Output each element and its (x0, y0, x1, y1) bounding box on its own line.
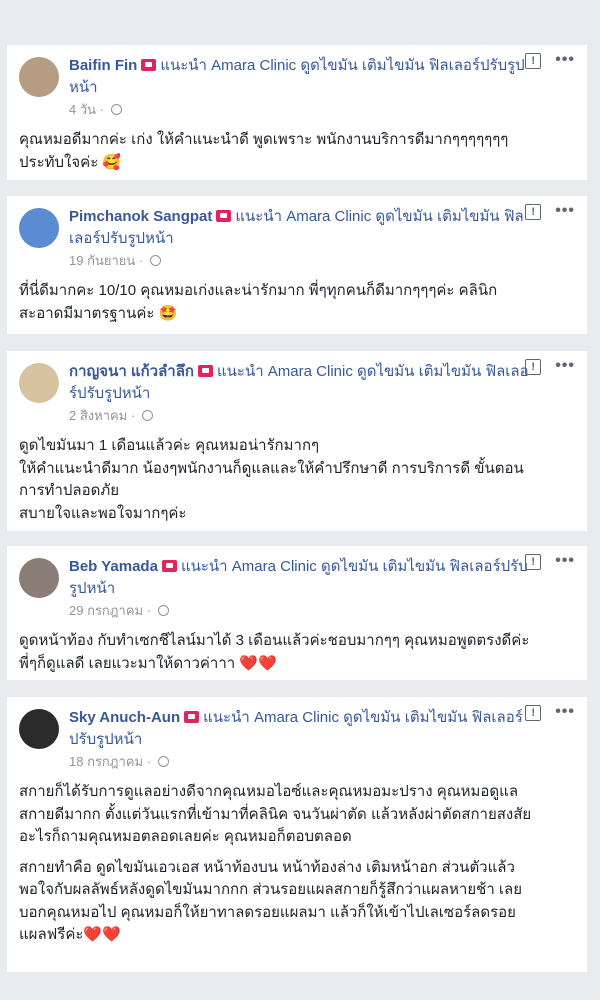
recommend-flag-icon (141, 59, 157, 71)
more-icon[interactable]: ••• (555, 704, 575, 721)
timestamp[interactable]: 2 สิงหาคม (69, 408, 127, 423)
reviewer-name[interactable]: Baifin Fin (69, 57, 137, 74)
report-icon[interactable]: ! (525, 554, 542, 570)
review-line: สะอาดมีมาตรฐานค่ะ 🤩 (19, 304, 178, 322)
avatar[interactable] (19, 363, 59, 403)
avatar[interactable] (19, 709, 59, 749)
review-text: ดูดไขมันมา 1 เดือนแล้วค่ะ คุณหมอน่ารักมา… (19, 435, 575, 525)
review-line: ดูดไขมันมา 1 เดือนแล้วค่ะ คุณหมอน่ารักมา… (19, 437, 320, 454)
report-icon[interactable]: ! (525, 359, 542, 375)
globe-icon (157, 605, 169, 616)
review-line: พอใจกับผลลัพธ์หลังดูดไขมันมากกก ส่วนรอยแ… (19, 881, 523, 898)
recommend-text[interactable]: แนะนำ Amara Clinic ดูดไขมัน เติมไขมัน ฟิ… (69, 57, 525, 96)
avatar[interactable] (19, 558, 59, 598)
review-card: Sky Anuch-Aun แนะนำ Amara Clinic ดูดไขมัน… (7, 697, 587, 972)
review-text: สกายก็ได้รับการดูแลอย่างดีจากคุณหมอไอซ์แ… (19, 781, 575, 947)
review-card: กาญจนา แก้วลำลึก แนะนำ Amara Clinic ดูดไข… (7, 351, 587, 531)
recommend-flag-icon (216, 210, 232, 222)
timestamp[interactable]: 4 วัน (69, 102, 96, 117)
post-time: 4 วัน · (69, 101, 529, 119)
review-line: บอกคุณหมอไป คุณหมอก็ให้ยาทาลดรอยแผลมา แล… (19, 903, 516, 921)
avatar[interactable] (19, 208, 59, 248)
report-icon[interactable]: ! (525, 705, 542, 721)
review-line: สกายก็ได้รับการดูแลอย่างดีจากคุณหมอไอซ์แ… (19, 783, 519, 800)
review-text: ที่นี่ดีมากคะ 10/10 คุณหมอเก่งและน่ารักม… (19, 280, 575, 325)
review-line: พี่ๆก็ดูแลดี เลยแวะมาให้ดาวค่าาา ❤️❤️ (19, 654, 277, 672)
review-line: สกายทำคือ ดูดไขมันเอวเอส หน้าท้องบน หน้า… (19, 858, 515, 876)
globe-icon (110, 104, 122, 115)
review-line: อะไรก็ถามคุณหมอตลอดเลยค่ะ คุณหมอก็ตอบตลอ… (19, 828, 352, 845)
timestamp[interactable]: 19 กันยายน (69, 253, 135, 268)
more-icon[interactable]: ••• (555, 203, 575, 220)
recommend-flag-icon (161, 560, 177, 572)
review-line: ประทับใจค่ะ 🥰 (19, 153, 122, 171)
more-icon[interactable]: ••• (555, 553, 575, 570)
review-line: ให้คำแนะนำดีมาก น้องๆพนักงานก็ดูแลและให้… (19, 459, 524, 477)
review-title: Beb Yamada แนะนำ Amara Clinic ดูดไขมัน เต… (69, 556, 529, 600)
review-card: Beb Yamada แนะนำ Amara Clinic ดูดไขมัน เต… (7, 546, 587, 680)
post-time: 2 สิงหาคม · (69, 407, 529, 425)
globe-icon (141, 410, 153, 421)
more-icon[interactable]: ••• (555, 358, 575, 375)
review-line: แผลฟรีค่ะ❤️❤️ (19, 926, 121, 943)
post-time: 18 กรกฎาคม · (69, 753, 529, 771)
review-title: กาญจนา แก้วลำลึก แนะนำ Amara Clinic ดูดไข… (69, 361, 529, 405)
post-time: 19 กันยายน · (69, 252, 529, 270)
globe-icon (149, 255, 161, 266)
reviewer-name[interactable]: Sky Anuch-Aun (69, 709, 180, 726)
timestamp[interactable]: 29 กรกฎาคม (69, 603, 143, 618)
review-title: Sky Anuch-Aun แนะนำ Amara Clinic ดูดไขมัน… (69, 707, 529, 751)
review-line: ดูดหน้าท้อง กับทำเซกชีไลน์มาได้ 3 เดือนแ… (19, 632, 530, 649)
review-card: Pimchanok Sangpat แนะนำ Amara Clinic ดูดไ… (7, 196, 587, 334)
recommend-flag-icon (197, 365, 213, 377)
review-line: สบายใจและพอใจมากๆค่ะ (19, 504, 187, 522)
more-icon[interactable]: ••• (555, 52, 575, 69)
timestamp[interactable]: 18 กรกฎาคม (69, 754, 143, 769)
review-title: Baifin Fin แนะนำ Amara Clinic ดูดไขมัน เต… (69, 55, 529, 99)
review-text: คุณหมอดีมากค่ะ เก่ง ให้คำแนะนำดี พูดเพรา… (19, 129, 575, 174)
report-icon[interactable]: ! (525, 204, 542, 220)
review-card: Baifin Fin แนะนำ Amara Clinic ดูดไขมัน เต… (7, 45, 587, 180)
report-icon[interactable]: ! (525, 53, 542, 69)
reviewer-name[interactable]: Beb Yamada (69, 558, 158, 575)
review-text: ดูดหน้าท้อง กับทำเซกชีไลน์มาได้ 3 เดือนแ… (19, 630, 575, 675)
review-title: Pimchanok Sangpat แนะนำ Amara Clinic ดูดไ… (69, 206, 529, 250)
globe-icon (157, 756, 169, 767)
recommend-flag-icon (184, 711, 200, 723)
reviewer-name[interactable]: Pimchanok Sangpat (69, 208, 212, 225)
review-line: คุณหมอดีมากค่ะ เก่ง ให้คำแนะนำดี พูดเพรา… (19, 131, 509, 148)
review-line: สกายดีมากก ตั้งแต่วันแรกที่เข้ามาที่คลิน… (19, 805, 532, 823)
avatar[interactable] (19, 57, 59, 97)
review-line: ที่นี่ดีมากคะ 10/10 คุณหมอเก่งและน่ารักม… (19, 282, 498, 299)
reviewer-name[interactable]: กาญจนา แก้วลำลึก (69, 363, 194, 380)
post-time: 29 กรกฎาคม · (69, 602, 529, 620)
review-line: การทำปลอดภัย (19, 482, 120, 499)
